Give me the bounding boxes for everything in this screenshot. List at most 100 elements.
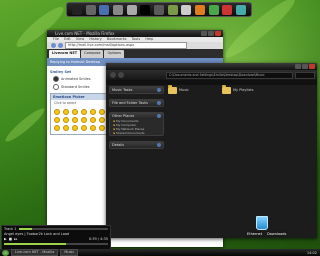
explorer-window[interactable]: C:\Documents and Settings\Emilio\Desktop… bbox=[106, 63, 317, 238]
minimize-button[interactable] bbox=[201, 31, 207, 36]
recycle-bin-icon[interactable] bbox=[256, 216, 268, 230]
play-time: 0:39 / 4:35 bbox=[88, 236, 108, 241]
smiley-icon[interactable] bbox=[81, 109, 87, 115]
downloads-label[interactable]: Downloads bbox=[267, 232, 286, 236]
pane-file-tasks[interactable]: File and Folder Tasks bbox=[109, 99, 164, 107]
search-input[interactable] bbox=[295, 71, 315, 79]
tab-compose[interactable]: Compose bbox=[81, 50, 104, 58]
tab-options[interactable]: Options bbox=[104, 50, 124, 58]
player-title: Track 1 bbox=[4, 226, 17, 231]
pane-details[interactable]: Details bbox=[109, 141, 164, 149]
menu-help[interactable]: Help bbox=[145, 37, 153, 41]
documents-icon[interactable] bbox=[126, 4, 137, 15]
pane-other-places[interactable]: Other Places My Documents My Computer My… bbox=[109, 112, 164, 136]
smiley-icon[interactable] bbox=[81, 117, 87, 123]
volume-slider[interactable] bbox=[4, 242, 108, 245]
menu-file[interactable]: File bbox=[53, 37, 59, 41]
smiley-icon[interactable] bbox=[90, 117, 96, 123]
play-icon[interactable]: ▶ bbox=[4, 237, 7, 241]
smiley-icon[interactable] bbox=[63, 125, 69, 131]
desktop-labels: Ethernet Downloads bbox=[247, 232, 286, 236]
media-player[interactable]: Track 1 Angel eyes | Foobar2k Lock and L… bbox=[1, 225, 111, 250]
chevron-icon[interactable] bbox=[157, 143, 161, 147]
explorer-toolbar: C:\Documents and Settings\Emilio\Desktop… bbox=[106, 70, 317, 80]
network-icon[interactable] bbox=[99, 4, 110, 15]
folder-icon[interactable] bbox=[168, 85, 177, 94]
smiley-icon[interactable] bbox=[72, 125, 78, 131]
browser-title-bar[interactable]: Live.com NET - Mozilla Firefox bbox=[47, 30, 223, 37]
smiley-icon[interactable] bbox=[90, 125, 96, 131]
menu-history[interactable]: History bbox=[89, 37, 101, 41]
smiley-icon[interactable] bbox=[54, 125, 60, 131]
menu-tools[interactable]: Tools bbox=[132, 37, 141, 41]
chevron-icon[interactable] bbox=[157, 114, 161, 118]
taskbar-item-music[interactable]: Music bbox=[60, 249, 79, 256]
menu-view[interactable]: View bbox=[76, 37, 84, 41]
smiley-icon[interactable] bbox=[63, 117, 69, 123]
folder-icon[interactable] bbox=[222, 85, 231, 94]
pane-title: File and Folder Tasks bbox=[112, 101, 148, 105]
back-icon[interactable] bbox=[110, 72, 116, 78]
stop-icon[interactable]: ■ bbox=[9, 237, 12, 241]
pane-title: Music Tasks bbox=[112, 88, 133, 92]
chevron-icon[interactable] bbox=[157, 88, 161, 92]
music-icon[interactable] bbox=[181, 4, 192, 15]
pane-title: Other Places bbox=[112, 114, 135, 118]
image-icon[interactable] bbox=[167, 4, 178, 15]
browser-title: Live.com NET - Mozilla Firefox bbox=[55, 31, 115, 36]
hard-drive-icon[interactable] bbox=[85, 4, 96, 15]
address-bar[interactable]: http://mail.live.com/mail/options.aspx bbox=[65, 42, 187, 49]
trash-icon[interactable] bbox=[236, 4, 247, 15]
option-label: Animated Smiles bbox=[61, 77, 91, 81]
smiley-icon[interactable] bbox=[90, 109, 96, 115]
minimize-button[interactable] bbox=[295, 64, 301, 69]
menu-edit[interactable]: Edit bbox=[64, 37, 71, 41]
firefox-icon[interactable] bbox=[195, 4, 206, 15]
pane-music-tasks[interactable]: Music Tasks bbox=[109, 86, 164, 94]
forward-icon[interactable] bbox=[118, 72, 124, 78]
tab-strip: Livecom NET Compose Options bbox=[47, 49, 223, 58]
maximize-button[interactable] bbox=[302, 64, 308, 69]
close-button[interactable] bbox=[215, 31, 221, 36]
smiley-icon[interactable] bbox=[72, 109, 78, 115]
smiley-icon[interactable] bbox=[99, 109, 105, 115]
seek-bar[interactable] bbox=[18, 227, 108, 230]
user-folder-icon[interactable] bbox=[112, 4, 123, 15]
terminal-icon[interactable] bbox=[71, 4, 82, 15]
option-label: Standard Smiles bbox=[61, 85, 90, 89]
smiley-icon[interactable] bbox=[99, 125, 105, 131]
smiley-icon[interactable] bbox=[99, 117, 105, 123]
smiley-icon[interactable] bbox=[72, 117, 78, 123]
start-button[interactable] bbox=[2, 249, 9, 256]
chevron-icon[interactable] bbox=[157, 101, 161, 105]
taskbar-item-browser[interactable]: Live.com NET - Mozilla bbox=[11, 249, 59, 256]
smiley-icon[interactable] bbox=[54, 109, 60, 115]
clock: 14:02 bbox=[306, 250, 317, 255]
settings-icon[interactable] bbox=[222, 4, 233, 15]
smiley-icon[interactable] bbox=[54, 117, 60, 123]
folder-label-music[interactable]: Music bbox=[179, 88, 189, 92]
messenger-icon[interactable] bbox=[208, 4, 219, 15]
tab-live[interactable]: Livecom NET bbox=[49, 50, 81, 58]
menu-bookmarks[interactable]: Bookmarks bbox=[107, 37, 127, 41]
folder-label-playlists[interactable]: My Playlists bbox=[233, 88, 253, 92]
forward-icon[interactable] bbox=[58, 43, 63, 48]
back-icon[interactable] bbox=[51, 43, 56, 48]
explorer-address-bar[interactable]: C:\Documents and Settings\Emilio\Desktop… bbox=[166, 71, 293, 79]
display-icon[interactable] bbox=[153, 4, 164, 15]
now-playing: Angel eyes | Foobar2k Lock and Load bbox=[4, 231, 70, 236]
recycle-bin-label[interactable]: Ethernet bbox=[247, 232, 262, 236]
gap-icon[interactable] bbox=[140, 4, 151, 15]
next-icon[interactable]: ▸▸ bbox=[14, 237, 18, 241]
close-button[interactable] bbox=[309, 64, 315, 69]
command-bar bbox=[106, 80, 317, 85]
smiley-icon[interactable] bbox=[63, 109, 69, 115]
radio-checked-icon[interactable] bbox=[53, 76, 59, 82]
place-shared[interactable]: Shared Documents bbox=[110, 131, 163, 135]
smiley-icon[interactable] bbox=[81, 125, 87, 131]
maximize-button[interactable] bbox=[208, 31, 214, 36]
app-dock bbox=[66, 2, 252, 17]
explorer-title-bar[interactable] bbox=[106, 63, 317, 70]
radio-unchecked-icon[interactable] bbox=[53, 84, 59, 90]
volume-fill bbox=[4, 242, 67, 245]
